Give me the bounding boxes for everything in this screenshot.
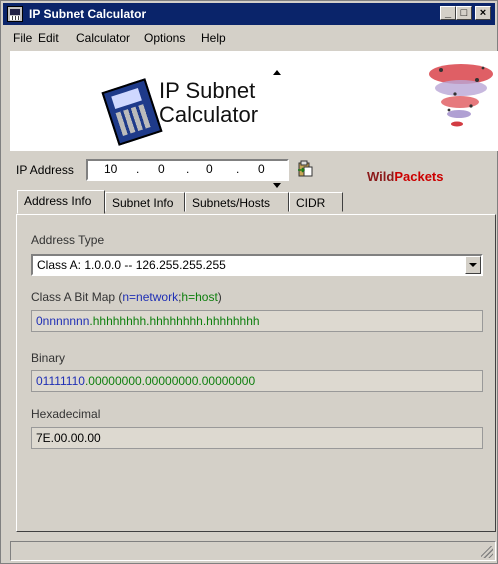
tab-subnets-hosts[interactable]: Subnets/Hosts: [185, 192, 289, 212]
wildpackets-logo-icon: [429, 64, 493, 127]
address-type-value: Class A: 1.0.0.0 -- 126.255.255.255: [37, 258, 226, 272]
resize-grip-icon[interactable]: [481, 546, 493, 558]
ip-address-label: IP Address: [16, 163, 74, 177]
title-bar[interactable]: IP Subnet Calculator _ □ ×: [3, 3, 495, 25]
menu-calculator[interactable]: Calculator: [76, 31, 130, 45]
menu-edit[interactable]: Edit: [38, 31, 59, 45]
ip-octet-1[interactable]: 10: [104, 162, 117, 176]
banner-title: IP Subnet Calculator: [159, 78, 259, 127]
window-title: IP Subnet Calculator: [29, 7, 147, 21]
menu-file[interactable]: File: [13, 31, 32, 45]
binary-label: Binary: [31, 351, 66, 365]
close-button[interactable]: ×: [475, 6, 491, 20]
bitmap-label: Class A Bit Map (n=network;h=host): [31, 290, 222, 304]
address-type-label: Address Type: [31, 233, 105, 247]
ip-dot: .: [186, 162, 190, 176]
ip-octet-4[interactable]: 0: [258, 162, 265, 176]
chevron-down-icon[interactable]: [465, 256, 481, 274]
ip-octet-2[interactable]: 0: [158, 162, 165, 176]
status-bar: [10, 541, 496, 561]
calculator-app-icon[interactable]: [7, 6, 23, 22]
address-type-select[interactable]: Class A: 1.0.0.0 -- 126.255.255.255: [31, 254, 483, 276]
ip-dot: .: [236, 162, 240, 176]
menu-options[interactable]: Options: [144, 31, 185, 45]
app-window: IP Subnet Calculator _ □ × File Edit Cal…: [0, 0, 498, 564]
hexadecimal-field: 7E.00.00.00: [31, 427, 483, 449]
ip-octet-3[interactable]: 0: [206, 162, 213, 176]
maximize-button[interactable]: □: [456, 6, 472, 20]
menu-bar: File Edit Calculator Options Help: [3, 27, 495, 47]
menu-help[interactable]: Help: [201, 31, 226, 45]
scroll-down-arrow-icon[interactable]: [273, 183, 281, 188]
hexadecimal-label: Hexadecimal: [31, 407, 101, 421]
tab-address-info[interactable]: Address Info: [17, 190, 105, 214]
tab-cidr[interactable]: CIDR: [289, 192, 343, 212]
tab-subnet-info[interactable]: Subnet Info: [105, 192, 185, 212]
ip-address-input[interactable]: 10 . 0 . 0 . 0: [86, 159, 289, 181]
minimize-button[interactable]: _: [440, 6, 456, 20]
bitmap-field: 0nnnnnnn.hhhhhhhh.hhhhhhhh.hhhhhhhh: [31, 310, 483, 332]
calculator-icon: [101, 78, 163, 146]
ip-address-row: IP Address 10 . 0 . 0 . 0: [16, 158, 496, 182]
binary-field: 01111110.00000000.00000000.00000000: [31, 370, 483, 392]
paste-clipboard-icon[interactable]: [296, 160, 314, 178]
ip-dot: .: [136, 162, 140, 176]
banner: IP Subnet Calculator WildPackets: [10, 51, 498, 188]
scroll-up-arrow-icon[interactable]: [273, 70, 281, 75]
